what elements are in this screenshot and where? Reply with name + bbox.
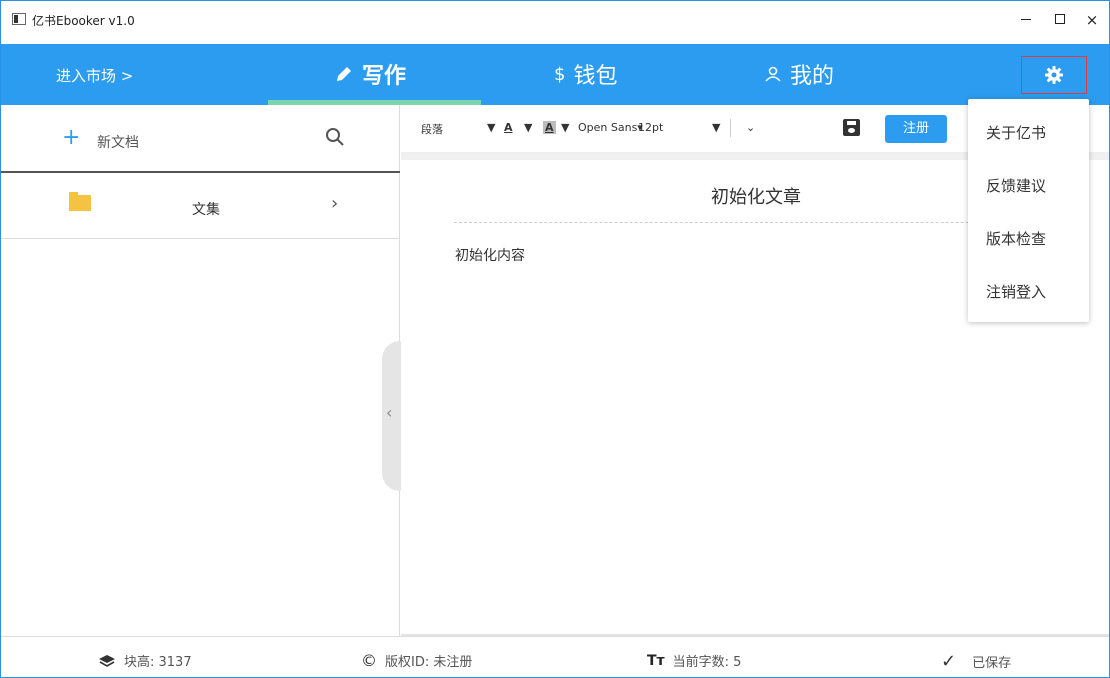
- font-family-select[interactable]: Open Sans▾: [578, 121, 643, 134]
- background-color-caret-icon[interactable]: ▼: [561, 121, 569, 134]
- title-bar: 亿书Ebooker v1.0 ×: [1, 1, 1109, 44]
- maximize-button[interactable]: [1045, 7, 1075, 33]
- new-document-row: + 新文档: [1, 105, 400, 173]
- copyright-status: © 版权ID: 未注册: [361, 651, 472, 670]
- app-icon: [12, 13, 26, 25]
- tab-mine[interactable]: 我的: [764, 59, 834, 89]
- gear-icon: [1045, 66, 1063, 84]
- market-link[interactable]: 进入市场 >: [56, 65, 133, 86]
- check-icon: ✓: [941, 651, 957, 672]
- menu-item-version-check[interactable]: 版本检查: [968, 213, 1089, 266]
- background-color-button[interactable]: A: [543, 121, 556, 134]
- save-status: ✓ 已保存: [941, 651, 1011, 672]
- document-body[interactable]: 初始化内容: [455, 245, 525, 265]
- tab-wallet[interactable]: $ 钱包: [554, 59, 618, 90]
- tab-wallet-label: 钱包: [573, 64, 618, 89]
- minimize-button[interactable]: [1011, 7, 1041, 33]
- word-count-text: 当前字数: 5: [672, 655, 742, 670]
- new-document-button[interactable]: 新文档: [97, 132, 139, 152]
- tab-write[interactable]: 写作: [334, 59, 406, 89]
- word-count-status: Tт 当前字数: 5: [647, 651, 742, 671]
- dollar-icon: $: [554, 63, 566, 85]
- folder-label: 文集: [192, 202, 220, 218]
- settings-button[interactable]: [1021, 56, 1087, 94]
- save-status-text: 已保存: [972, 656, 1012, 671]
- status-bar: 块高: 3137 © 版权ID: 未注册 Tт 当前字数: 5 ✓ 已保存: [1, 636, 1109, 677]
- save-icon[interactable]: [843, 119, 860, 136]
- app-window: 亿书Ebooker v1.0 × 进入市场 > 写作 $ 钱包 我的 + 新文档…: [0, 0, 1110, 678]
- folder-item[interactable]: 文集 ›: [1, 175, 400, 239]
- toolbar-divider: [730, 119, 731, 137]
- document-sidebar: + 新文档 文集 ›: [1, 105, 400, 636]
- sidebar-collapse-handle[interactable]: ‹: [382, 341, 402, 491]
- chevron-left-icon: ‹: [386, 403, 393, 422]
- text-size-icon: Tт: [647, 652, 665, 669]
- font-size-caret-icon[interactable]: ▼: [712, 121, 720, 134]
- pencil-icon: [337, 67, 351, 81]
- register-button[interactable]: 注册: [885, 115, 947, 143]
- window-title: 亿书Ebooker v1.0: [32, 14, 135, 28]
- paragraph-style-select[interactable]: 段落: [421, 121, 443, 137]
- menu-item-feedback[interactable]: 反馈建议: [968, 160, 1089, 213]
- folder-icon: [69, 192, 91, 211]
- maximize-icon: [1055, 14, 1065, 24]
- font-size-select[interactable]: 12pt: [638, 121, 663, 134]
- close-button[interactable]: ×: [1077, 7, 1107, 33]
- close-icon: ×: [1085, 11, 1099, 29]
- tab-write-label: 写作: [362, 64, 407, 89]
- user-icon: [765, 66, 781, 82]
- top-nav: 进入市场 > 写作 $ 钱包 我的: [1, 44, 1109, 105]
- menu-item-logout[interactable]: 注销登入: [968, 266, 1089, 319]
- chevron-right-icon: ›: [331, 193, 339, 214]
- block-height-text: 块高: 3137: [124, 655, 192, 670]
- chevron-down-icon[interactable]: ⌄: [746, 121, 755, 134]
- block-height-status: 块高: 3137: [98, 651, 192, 670]
- plus-icon[interactable]: +: [62, 127, 80, 149]
- paragraph-caret-icon[interactable]: ▼: [487, 121, 495, 134]
- settings-menu: 关于亿书 反馈建议 版本检查 注销登入: [968, 99, 1089, 322]
- text-color-caret-icon[interactable]: ▼: [524, 121, 532, 134]
- layers-icon: [99, 654, 115, 667]
- copyright-icon: ©: [361, 651, 377, 670]
- menu-item-about[interactable]: 关于亿书: [968, 107, 1089, 160]
- copyright-text: 版权ID: 未注册: [385, 655, 473, 670]
- minimize-icon: [1021, 19, 1031, 20]
- search-icon[interactable]: [323, 125, 347, 149]
- tab-mine-label: 我的: [790, 64, 835, 89]
- text-color-button[interactable]: A: [504, 121, 513, 134]
